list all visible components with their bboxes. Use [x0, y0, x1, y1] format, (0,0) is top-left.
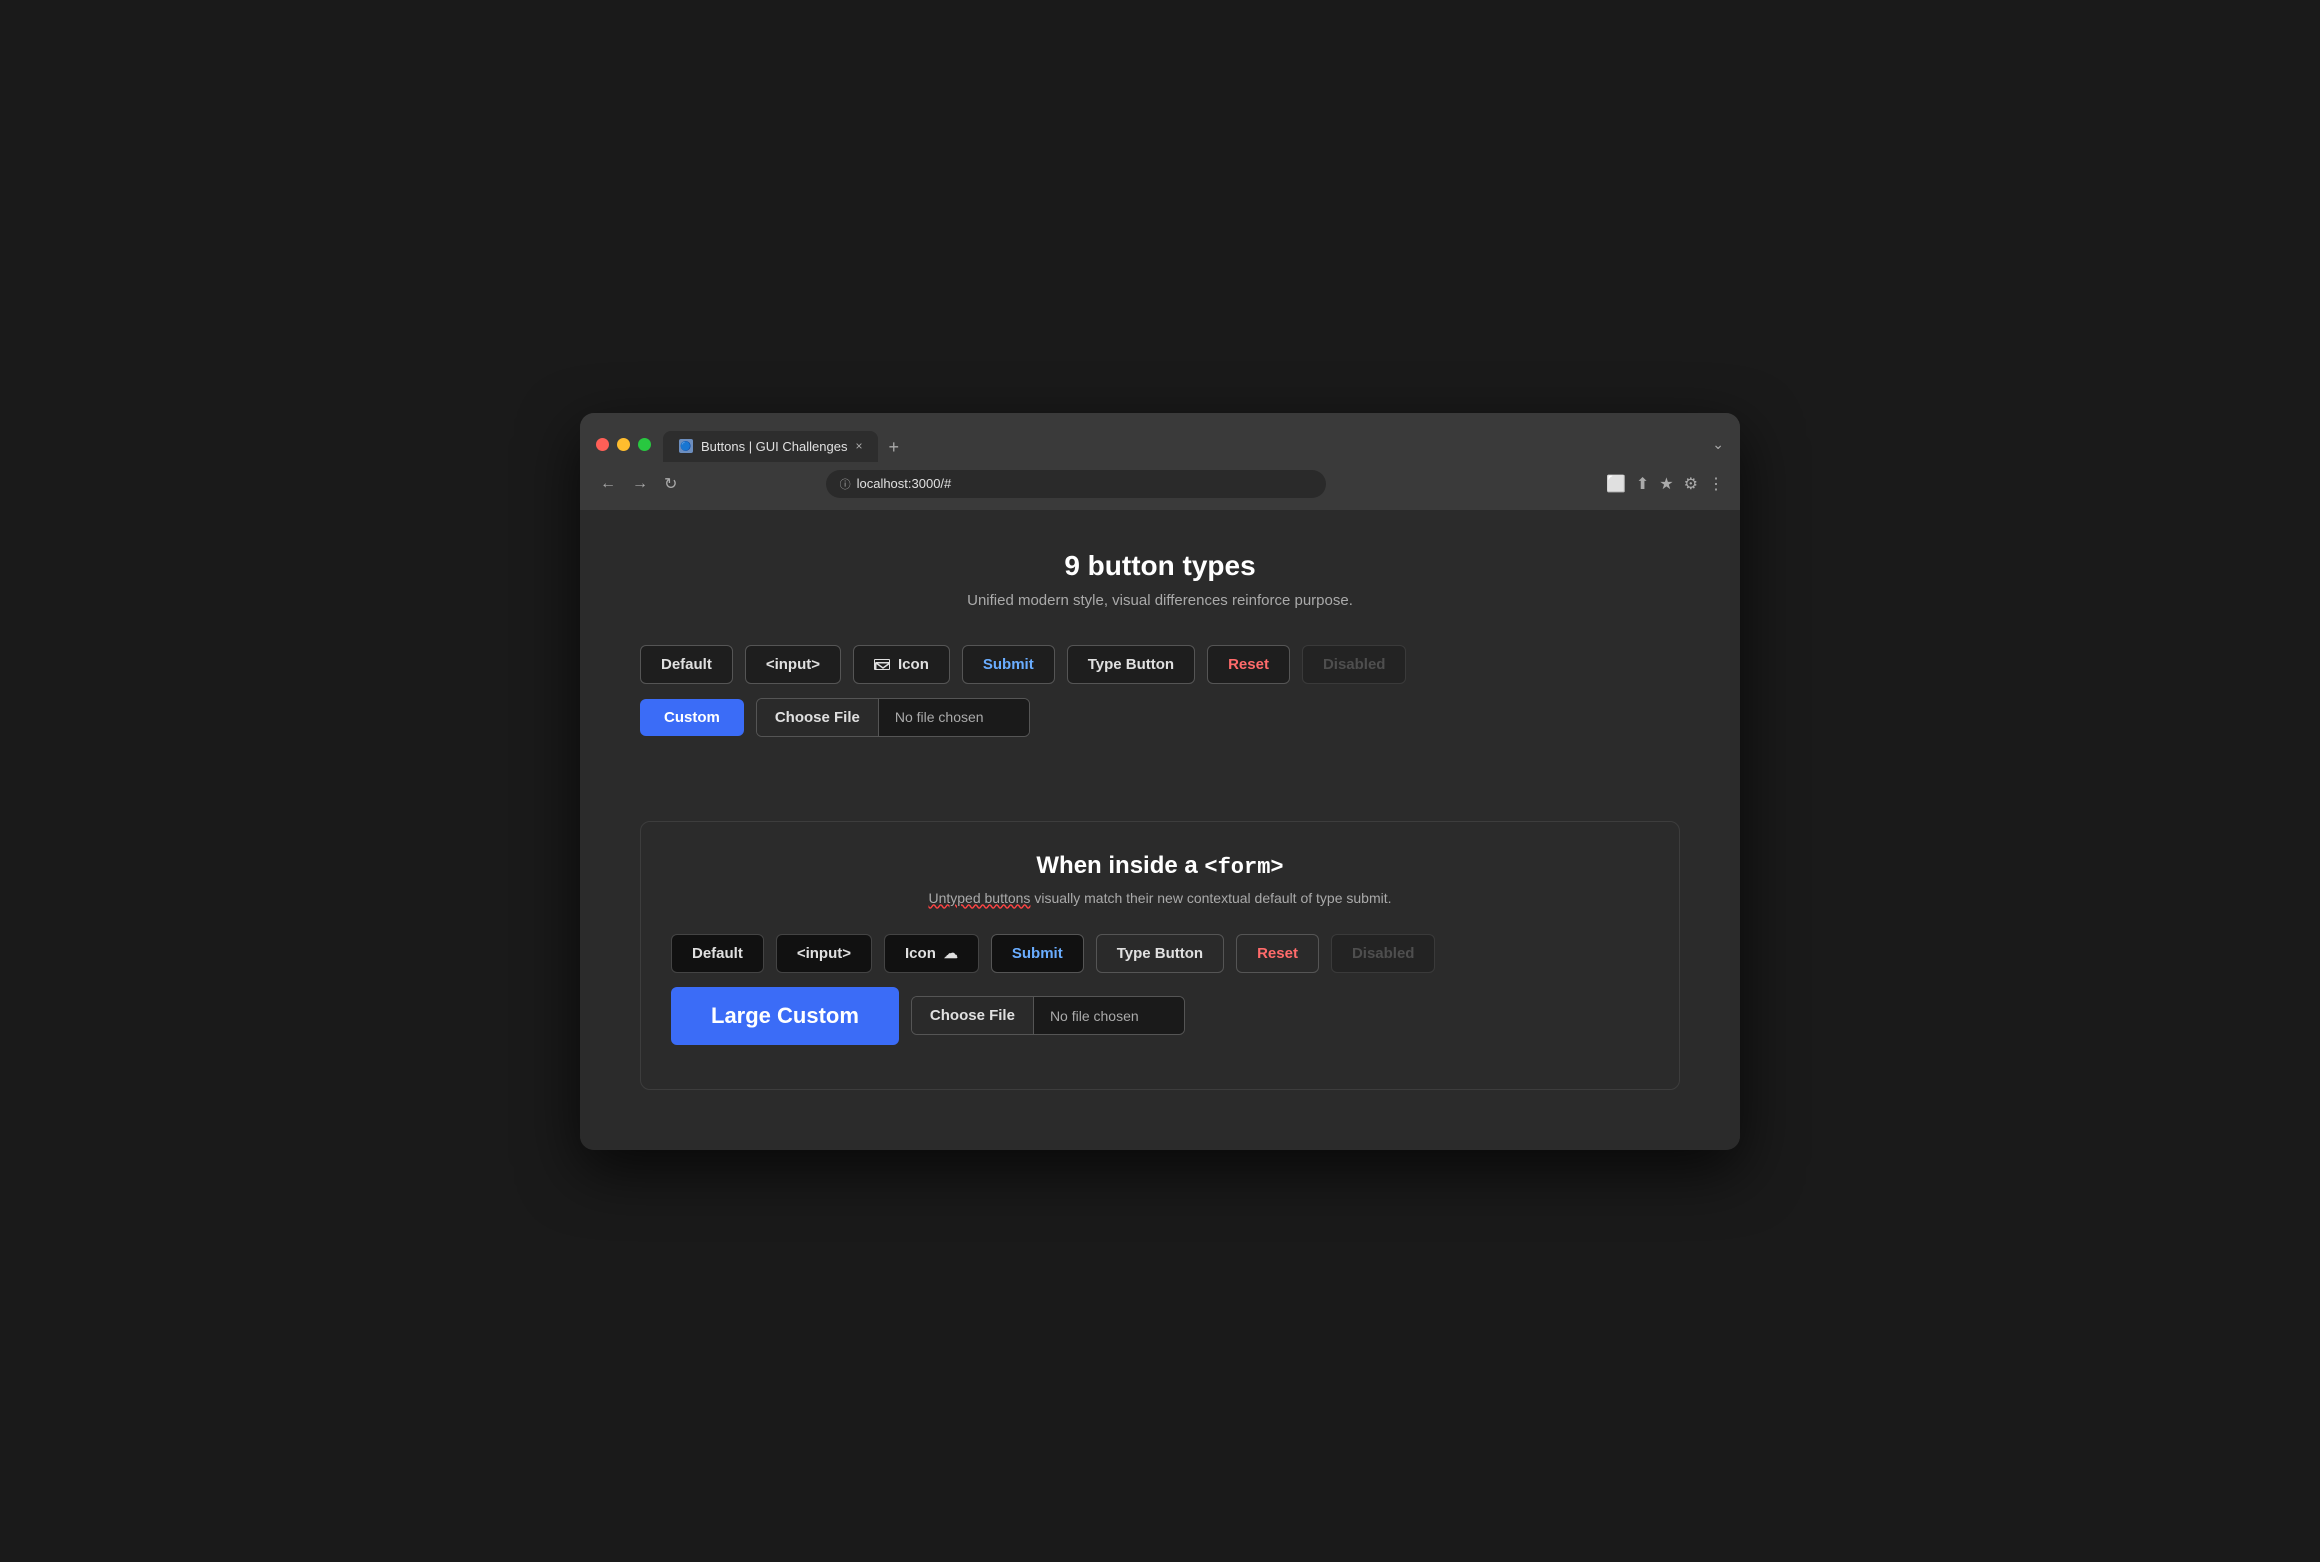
- disabled-button: Disabled: [1302, 645, 1407, 684]
- menu-icon[interactable]: ⋮: [1708, 474, 1724, 494]
- form-reset-button[interactable]: Reset: [1236, 934, 1319, 973]
- toolbar-icons: ⬜ ⬆ ★ ⚙ ⋮: [1606, 474, 1724, 494]
- choose-file-button[interactable]: Choose File: [757, 699, 879, 736]
- form-choose-file-label: Choose File: [930, 1007, 1015, 1024]
- external-link-icon[interactable]: ⬜: [1606, 474, 1626, 494]
- new-tab-button[interactable]: +: [878, 433, 909, 462]
- page-main-title: 9 button types: [640, 550, 1680, 582]
- form-icon-label: Icon: [905, 945, 936, 962]
- type-button-label: Type Button: [1088, 656, 1174, 673]
- page-content: 9 button types Unified modern style, vis…: [580, 510, 1740, 1150]
- share-icon[interactable]: ⬆: [1636, 474, 1649, 494]
- disabled-button-label: Disabled: [1323, 656, 1386, 673]
- default-button-label: Default: [661, 656, 712, 673]
- cloud-icon: ☁: [944, 945, 958, 962]
- lock-icon: ⓘ: [840, 476, 851, 492]
- tab-close-button[interactable]: ×: [855, 439, 862, 453]
- icon-button[interactable]: Icon: [853, 645, 950, 684]
- custom-button[interactable]: Custom: [640, 699, 744, 736]
- tab-favicon: 🔵: [679, 439, 693, 453]
- no-file-chosen-text: No file chosen: [879, 699, 1029, 736]
- file-input-wrapper[interactable]: Choose File No file chosen: [756, 698, 1030, 737]
- form-input-label: <input>: [797, 945, 851, 962]
- minimize-button[interactable]: [617, 438, 630, 451]
- page-main-subtitle: Unified modern style, visual differences…: [640, 592, 1680, 609]
- button-row-1: Default <input> Icon Submit Type Button: [640, 645, 1680, 684]
- reload-button[interactable]: ↻: [660, 470, 681, 498]
- form-reset-label: Reset: [1257, 945, 1298, 962]
- form-section-subtitle: Untyped buttons visually match their new…: [671, 890, 1649, 906]
- submit-button-label: Submit: [983, 656, 1034, 673]
- browser-chevron-icon: ⌄: [1712, 436, 1724, 453]
- form-title-text: When inside a: [1036, 852, 1204, 879]
- form-button-row-1: Default <input> Icon ☁ Submit Type Butto…: [671, 934, 1649, 973]
- reset-button-label: Reset: [1228, 656, 1269, 673]
- title-bar: 🔵 Buttons | GUI Challenges × + ⌄: [580, 413, 1740, 462]
- form-title-code: <form>: [1204, 855, 1283, 880]
- forward-button[interactable]: →: [628, 471, 652, 497]
- tabs-row: 🔵 Buttons | GUI Challenges × +: [663, 431, 909, 462]
- form-input-button[interactable]: <input>: [776, 934, 872, 973]
- input-button-label: <input>: [766, 656, 820, 673]
- traffic-lights: [596, 438, 651, 451]
- form-submit-button[interactable]: Submit: [991, 934, 1084, 973]
- address-field[interactable]: ⓘ localhost:3000/#: [826, 470, 1326, 498]
- active-tab[interactable]: 🔵 Buttons | GUI Challenges ×: [663, 431, 878, 462]
- extensions-icon[interactable]: ⚙: [1684, 474, 1698, 494]
- choose-file-label: Choose File: [775, 709, 860, 726]
- reset-button[interactable]: Reset: [1207, 645, 1290, 684]
- form-section-title: When inside a <form>: [671, 852, 1649, 880]
- type-button[interactable]: Type Button: [1067, 645, 1195, 684]
- form-icon-button[interactable]: Icon ☁: [884, 934, 979, 973]
- icon-button-label: Icon: [898, 656, 929, 673]
- back-button[interactable]: ←: [596, 471, 620, 497]
- button-row-2: Custom Choose File No file chosen: [640, 698, 1680, 737]
- form-choose-file-button[interactable]: Choose File: [912, 997, 1034, 1034]
- form-disabled-button: Disabled: [1331, 934, 1436, 973]
- tab-title: Buttons | GUI Challenges: [701, 439, 847, 454]
- large-custom-button[interactable]: Large Custom: [671, 987, 899, 1045]
- form-type-label: Type Button: [1117, 945, 1203, 962]
- form-no-file-chosen-text: No file chosen: [1034, 997, 1184, 1034]
- close-button[interactable]: [596, 438, 609, 451]
- form-submit-label: Submit: [1012, 945, 1063, 962]
- form-button-row-2: Large Custom Choose File No file chosen: [671, 987, 1649, 1045]
- form-default-button[interactable]: Default: [671, 934, 764, 973]
- large-custom-label: Large Custom: [711, 1003, 859, 1028]
- submit-button[interactable]: Submit: [962, 645, 1055, 684]
- form-subtitle-pre: Untyped buttons: [928, 890, 1030, 906]
- bookmark-icon[interactable]: ★: [1659, 474, 1673, 494]
- input-button[interactable]: <input>: [745, 645, 841, 684]
- form-default-label: Default: [692, 945, 743, 962]
- form-disabled-label: Disabled: [1352, 945, 1415, 962]
- address-bar: ← → ↻ ⓘ localhost:3000/# ⬜ ⬆ ★ ⚙ ⋮: [580, 462, 1740, 510]
- form-file-input-wrapper[interactable]: Choose File No file chosen: [911, 996, 1185, 1035]
- envelope-icon: [874, 659, 890, 670]
- custom-button-label: Custom: [664, 709, 720, 726]
- default-button[interactable]: Default: [640, 645, 733, 684]
- form-subtitle-post: visually match their new contextual defa…: [1030, 890, 1391, 906]
- maximize-button[interactable]: [638, 438, 651, 451]
- form-type-button[interactable]: Type Button: [1096, 934, 1224, 973]
- url-text: localhost:3000/#: [857, 476, 952, 491]
- browser-window: 🔵 Buttons | GUI Challenges × + ⌄ ← → ↻ ⓘ…: [580, 413, 1740, 1150]
- form-section: When inside a <form> Untyped buttons vis…: [640, 821, 1680, 1090]
